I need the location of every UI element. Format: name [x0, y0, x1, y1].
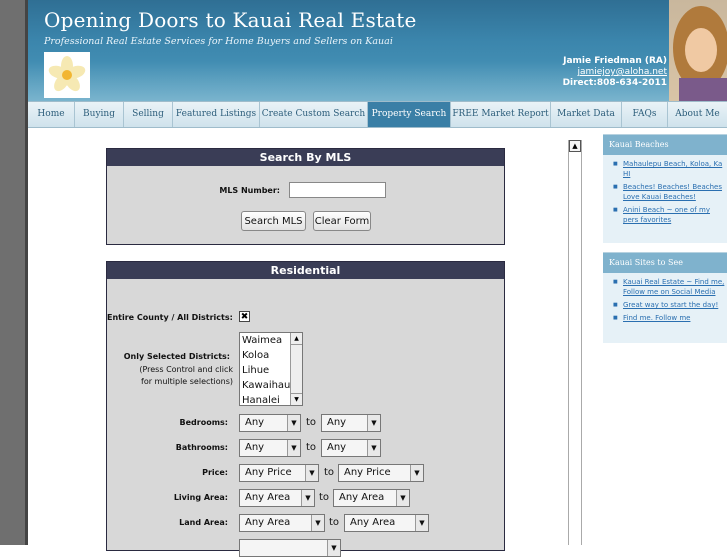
price-to: to — [324, 467, 335, 478]
clear-form-button[interactable]: Clear Form — [313, 211, 371, 231]
chevron-down-icon: ▼ — [301, 490, 314, 506]
mls-number-input[interactable] — [289, 182, 386, 198]
districts-note-1: (Press Control and click — [139, 365, 233, 374]
chevron-down-icon: ▼ — [367, 440, 380, 456]
sites-widget-title: Kauai Sites to See — [603, 253, 727, 273]
site-link[interactable]: Great way to start the day! — [613, 300, 727, 310]
site-title: Opening Doors to Kauai Real Estate — [44, 8, 417, 32]
land-area-label: Land Area: — [179, 518, 228, 527]
main-nav: Home Buying Selling Featured Listings Cr… — [28, 101, 727, 128]
chevron-down-icon: ▼ — [287, 415, 300, 431]
agent-email-link[interactable]: jamiejoy@aloha.net — [563, 67, 667, 78]
site-link[interactable]: Kauai Real Estate ~ Find me, Follow me o… — [613, 277, 727, 297]
bedrooms-label: Bedrooms: — [179, 418, 228, 427]
land-to: to — [329, 517, 340, 528]
listbox-scrollbar[interactable]: ▲ ▼ — [290, 333, 302, 405]
chevron-down-icon: ▼ — [287, 440, 300, 456]
chevron-down-icon: ▼ — [396, 490, 409, 506]
beaches-widget: Kauai Beaches Mahaulepu Beach, Koloa, Ka… — [603, 134, 727, 243]
bathrooms-max-select[interactable]: Any ▼ — [321, 439, 381, 457]
districts-note-2: for multiple selections) — [141, 377, 233, 386]
nav-selling[interactable]: Selling — [124, 102, 173, 127]
agent-phone: Direct:808-634-2011 — [562, 78, 667, 88]
chevron-down-icon: ▼ — [327, 540, 340, 556]
nav-faqs[interactable]: FAQs — [622, 102, 668, 127]
chevron-down-icon: ▼ — [410, 465, 423, 481]
living-to: to — [319, 492, 330, 503]
land-max-select[interactable]: Any Area ▼ — [344, 514, 429, 532]
land-min-select[interactable]: Any Area ▼ — [239, 514, 325, 532]
mls-panel-title: Search By MLS — [107, 149, 504, 166]
agent-name: Jamie Friedman (RA) — [563, 56, 667, 66]
nav-free-market-report[interactable]: FREE Market Report — [451, 102, 551, 127]
price-min-select[interactable]: Any Price ▼ — [239, 464, 319, 482]
next-row-select[interactable]: ▼ — [239, 539, 341, 557]
bathrooms-min-select[interactable]: Any ▼ — [239, 439, 301, 457]
nav-property-search[interactable]: Property Search — [368, 102, 451, 127]
scroll-up-icon[interactable]: ▲ — [291, 333, 302, 345]
bedrooms-max-value: Any — [327, 417, 347, 428]
mls-search-panel: Search By MLS MLS Number: Search MLS Cle… — [106, 148, 505, 245]
price-max-value: Any Price — [344, 467, 391, 478]
beach-link[interactable]: Mahaulepu Beach, Koloa, Ka HI — [613, 159, 727, 179]
districts-label: Only Selected Districts: — [123, 352, 230, 361]
bedrooms-min-select[interactable]: Any ▼ — [239, 414, 301, 432]
nav-create-custom-search[interactable]: Create Custom Search — [260, 102, 368, 127]
scroll-down-icon[interactable]: ▼ — [291, 393, 302, 405]
living-min-select[interactable]: Any Area ▼ — [239, 489, 315, 507]
price-label: Price: — [202, 468, 228, 477]
nav-market-data[interactable]: Market Data — [551, 102, 622, 127]
plumeria-logo — [44, 52, 90, 98]
bathrooms-to: to — [306, 442, 317, 453]
sites-widget: Kauai Sites to See Kauai Real Estate ~ F… — [603, 252, 727, 343]
bathrooms-min-value: Any — [245, 442, 265, 453]
left-page-edge — [0, 0, 28, 545]
nav-buying[interactable]: Buying — [75, 102, 124, 127]
living-min-value: Any Area — [245, 492, 291, 503]
bedrooms-min-value: Any — [245, 417, 265, 428]
residential-panel-title: Residential — [107, 262, 504, 279]
nav-about-me[interactable]: About Me — [668, 102, 727, 127]
price-min-value: Any Price — [245, 467, 292, 478]
entire-county-checkbox[interactable]: ✖ — [239, 311, 250, 322]
price-max-select[interactable]: Any Price ▼ — [338, 464, 424, 482]
chevron-down-icon: ▼ — [415, 515, 428, 531]
districts-listbox[interactable]: Waimea Koloa Lihue Kawaihau Hanalei ▲ ▼ — [239, 332, 303, 406]
beach-link[interactable]: Beaches! Beaches! Beaches Love Kauai Bea… — [613, 182, 727, 202]
scroll-up-icon[interactable]: ▲ — [569, 140, 581, 152]
search-mls-button[interactable]: Search MLS — [241, 211, 306, 231]
land-min-value: Any Area — [245, 517, 291, 528]
site-header: Opening Doors to Kauai Real Estate Profe… — [28, 0, 727, 101]
residential-panel: Residential Entire County / All District… — [106, 261, 505, 557]
land-max-value: Any Area — [350, 517, 396, 528]
mls-number-label: MLS Number: — [219, 186, 280, 195]
beaches-widget-title: Kauai Beaches — [603, 135, 727, 155]
living-max-value: Any Area — [339, 492, 385, 503]
living-max-select[interactable]: Any Area ▼ — [333, 489, 410, 507]
site-link[interactable]: Find me. Follow me — [613, 313, 727, 323]
chevron-down-icon: ▼ — [367, 415, 380, 431]
bedrooms-to: to — [306, 417, 317, 428]
bathrooms-max-value: Any — [327, 442, 347, 453]
bathrooms-label: Bathrooms: — [175, 443, 228, 452]
chevron-down-icon: ▼ — [311, 515, 324, 531]
nav-featured-listings[interactable]: Featured Listings — [173, 102, 260, 127]
content-scrollbar[interactable]: ▲ — [568, 140, 582, 545]
beach-link[interactable]: Anini Beach ~ one of my pers favorites — [613, 205, 727, 225]
site-tagline: Professional Real Estate Services for Ho… — [44, 36, 393, 47]
plumeria-flower-icon — [48, 56, 86, 92]
chevron-down-icon: ▼ — [305, 465, 318, 481]
bedrooms-max-select[interactable]: Any ▼ — [321, 414, 381, 432]
living-area-label: Living Area: — [173, 493, 228, 502]
entire-county-label: Entire County / All Districts: — [107, 313, 233, 322]
agent-photo — [669, 0, 727, 101]
agent-contact: Jamie Friedman (RA) jamiejoy@aloha.net D… — [563, 56, 667, 89]
nav-home[interactable]: Home — [28, 102, 75, 127]
